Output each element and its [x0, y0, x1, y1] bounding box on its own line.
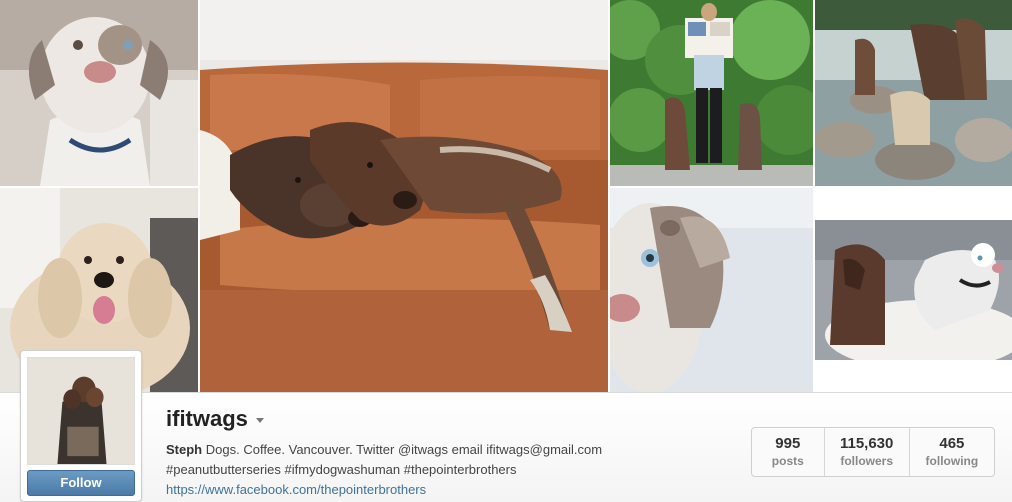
sofa-dogs-photo	[200, 0, 608, 392]
stat-following-count: 465	[939, 435, 965, 452]
caret-down-icon[interactable]	[255, 418, 264, 423]
stat-followers-label: followers	[840, 454, 894, 468]
profile-username: ifitwags	[166, 406, 248, 431]
avatar-card: Follow	[20, 350, 142, 502]
avatar[interactable]	[27, 357, 135, 465]
bio-line-1: Steph Dogs. Coffee. Vancouver. Twitter @…	[166, 440, 726, 460]
photo-tile-two-dogs[interactable]	[815, 188, 1012, 392]
photo-tile-puppy[interactable]	[0, 0, 198, 186]
username-row: ifitwags	[166, 405, 264, 433]
stat-posts-count: 995	[775, 435, 801, 452]
bio-text: Dogs. Coffee. Vancouver. Twitter @itwags…	[205, 442, 603, 457]
profile-website-link[interactable]: https://www.facebook.com/thepointerbroth…	[166, 482, 426, 497]
stat-posts[interactable]: 995 posts	[752, 428, 824, 476]
profile-full-name: Steph	[166, 442, 203, 457]
profile-stats: 995 posts 115,630 followers 465 followin…	[751, 427, 995, 477]
stat-following[interactable]: 465 following	[908, 428, 994, 476]
stat-followers[interactable]: 115,630 followers	[823, 428, 909, 476]
avatar-photo	[28, 358, 134, 464]
stat-followers-count: 115,630	[839, 435, 894, 452]
photo-tile-river[interactable]	[815, 0, 1012, 186]
photo-tile-greenery[interactable]	[610, 0, 813, 186]
greenery-photo	[610, 0, 813, 186]
profile-page: Follow ifitwags Steph Dogs. Coffee. Vanc…	[0, 0, 1012, 502]
river-photo	[815, 0, 1012, 186]
profile-bio: Steph Dogs. Coffee. Vancouver. Twitter @…	[166, 440, 726, 500]
two-dogs-photo	[815, 220, 1012, 360]
photo-tile-merle-closeup[interactable]	[610, 188, 813, 392]
merle-closeup-photo	[610, 188, 813, 392]
follow-button[interactable]: Follow	[27, 470, 135, 496]
bio-hashtags: #peanutbutterseries #ifmydogwashuman #th…	[166, 462, 517, 477]
puppy-photo	[0, 0, 198, 186]
stat-posts-label: posts	[771, 454, 804, 468]
stat-following-label: following	[925, 454, 979, 468]
photo-tile-sofa-dogs[interactable]	[200, 0, 608, 392]
